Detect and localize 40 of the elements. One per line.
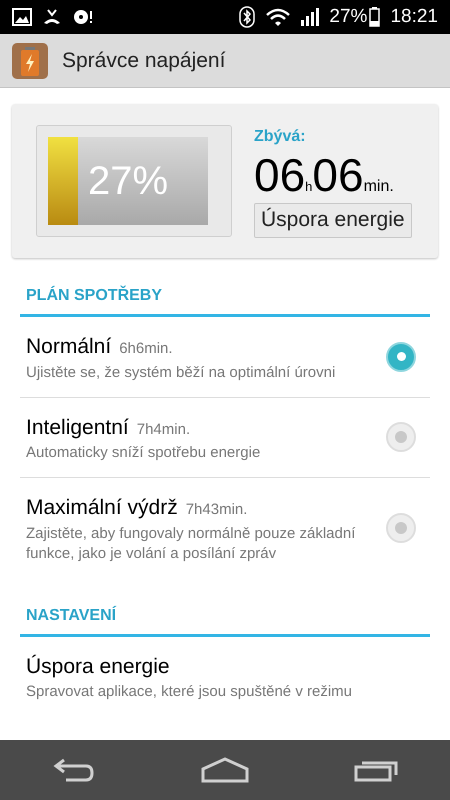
section-header: PLÁN SPOTŘEBY — [20, 284, 430, 317]
list-item[interactable]: Maximální výdrž 7h43min. Zajistěte, aby fungovaly normálně pouze základní funkce, jako je volání a posílání zpráv — [20, 478, 430, 578]
battery-percent: 27% — [329, 4, 368, 29]
item-time: 7h4min. — [136, 420, 190, 440]
minutes-value: 06 — [312, 148, 364, 200]
image-icon — [12, 8, 32, 26]
item-description: Ujistěte se, že systém běží na optimální úrovni — [26, 362, 336, 382]
item-time: 7h43min. — [186, 500, 248, 520]
signal-icon — [301, 8, 320, 26]
item-description: Automaticky sníží spotřebu energie — [26, 443, 262, 463]
list-item[interactable]: Inteligentní 7h4min. Automaticky sníží spotřebu energie — [20, 398, 430, 478]
item-title: Normální — [26, 334, 112, 360]
wifi-icon — [265, 7, 292, 27]
remaining-label: Zbývá: — [254, 126, 306, 146]
hours-unit: h — [305, 178, 312, 196]
radio-button[interactable] — [386, 422, 416, 452]
radio-button[interactable] — [386, 512, 416, 543]
section-header: NASTAVENÍ — [20, 604, 430, 636]
battery-level-text: 27% — [88, 158, 168, 205]
home-icon[interactable] — [200, 757, 249, 783]
item-title: Úspora energie — [26, 654, 170, 680]
list-item[interactable]: Normální 6h6min. Ujistěte se, že systém běží na optimální úrovni — [20, 317, 430, 398]
back-icon[interactable] — [52, 757, 96, 783]
missed-call-icon — [42, 8, 62, 26]
hours-value: 06 — [254, 148, 306, 200]
radio-button[interactable] — [386, 342, 416, 372]
list-item[interactable]: Úspora energie Spravovat aplikace, které jsou spuštěné v režimu — [20, 636, 430, 702]
battery-app-icon — [12, 42, 48, 78]
app-title: Správce napájení — [62, 48, 226, 74]
item-description: Zajistěte, aby fungovaly normálně pouze základní funkce, jako je volání a posílání zpráv — [26, 524, 356, 564]
item-time: 6h6min. — [119, 339, 173, 359]
clock: 18:21 — [390, 4, 438, 29]
power-saving-button[interactable]: Úspora energie — [254, 202, 412, 238]
item-description: Spravovat aplikace, které jsou spuštěné v režimu — [26, 682, 353, 702]
battery-icon — [369, 7, 380, 27]
minutes-unit: min. — [364, 176, 394, 196]
item-title: Maximální výdrž — [26, 495, 178, 521]
item-title: Inteligentní — [26, 414, 129, 440]
bluetooth-icon — [239, 6, 256, 28]
disc-icon — [72, 8, 94, 26]
